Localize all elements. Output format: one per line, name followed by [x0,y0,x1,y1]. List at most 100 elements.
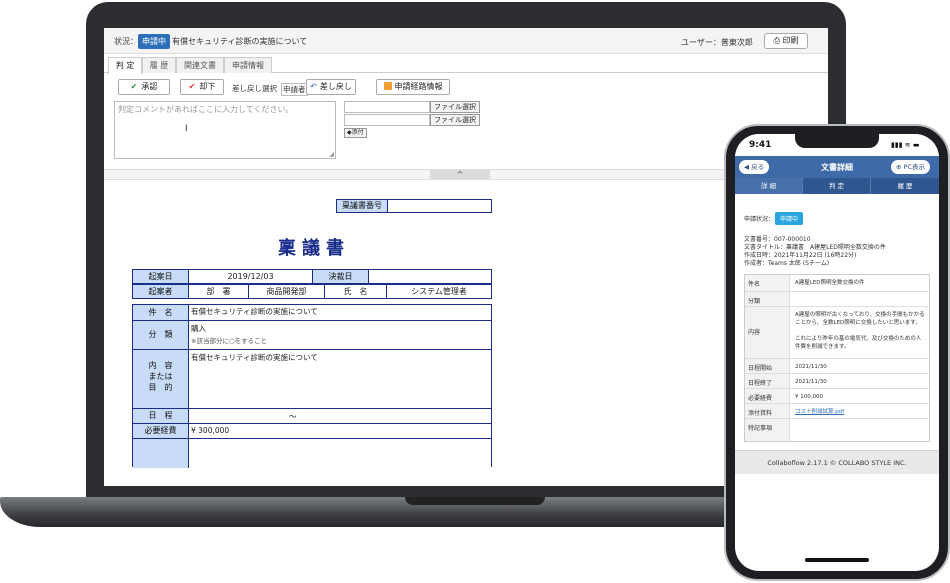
sendback-button[interactable]: ↶ 差し戻し [306,79,356,95]
row-value: A建屋LED照明全数交換の件 [795,280,865,286]
clock: 9:41 [749,140,772,150]
sendback-icon: ↶ [310,82,317,91]
resize-handle-icon[interactable]: ◢ [329,151,334,158]
back-button[interactable]: ◀ 戻る [739,160,770,174]
subject-label: 件 名 [133,305,189,320]
phone-screen: 9:41 ▮▮▮ ≋ ▬ ◀ 戻る 文書詳細 ⊕ PC表示 詳 細 判 定 履 … [735,134,939,571]
row-label: 内容 [745,307,790,358]
route-icon [383,82,392,90]
comment-placeholder: 判定コメントがあればここに入力してください。 [118,105,294,114]
check-icon: ✔ [188,82,196,91]
tab-bar: 判 定 履 歴 関連文書 申請情報 [104,56,828,74]
collapse-button[interactable]: ^ [430,170,490,180]
tab-request-info[interactable]: 申請情報 [224,57,272,73]
attachment-link[interactable]: コスト削減試算.pdf [793,404,927,420]
department-label: 部 署 [189,285,249,298]
cost-label: 必要経費 [133,424,189,438]
table-row: 件名 A建屋LED照明全数交換の件 [745,275,929,292]
sendback-label: 差し戻し [319,82,352,91]
phone-detail-table: 件名 A建屋LED照明全数交換の件 分類 内容 A建屋の照明が古くなっており、交… [744,274,930,442]
print-button[interactable]: ⎙ 印刷 [764,33,808,49]
row-label: 添付資料 [745,404,790,418]
signal-icon: ▮▮▮ ≋ ▬ [891,141,920,149]
department-value: 商品開発部 [249,285,325,298]
tab-history[interactable]: 履 歴 [871,178,939,194]
tab-history[interactable]: 履 歴 [142,57,176,73]
status-badge: 申請中 [138,34,170,49]
user-label: ユーザー：普東次郎 [681,38,753,47]
phone-tab-bar: 詳 細 判 定 履 歴 [735,178,939,194]
row-label: 必要経費 [745,389,790,403]
category-note: ※該当部分に○をすること [191,337,268,345]
form-number-value [388,199,492,213]
reject-button[interactable]: ✔ 却下 [180,79,224,95]
tab-related-docs[interactable]: 関連文書 [176,57,224,73]
row-label: 件名 [745,275,790,291]
status-badge: 申請中 [775,212,804,225]
home-indicator[interactable] [805,558,869,562]
tab-judgement[interactable]: 判 定 [803,178,871,194]
schedule-label: 日 程 [133,409,189,423]
name-value: システム管理者 [411,287,467,296]
add-attachment-button[interactable]: ◆添付 [344,128,367,138]
print-label: 印刷 [782,36,799,45]
extra-label [133,439,189,468]
pc-view-button[interactable]: ⊕ PC表示 [891,160,930,174]
approve-label: 承認 [141,82,158,91]
file-select-button-1[interactable]: ファイル選択 [430,101,480,113]
back-arrow-icon: ◀ [744,163,749,171]
laptop-screen: 状況： 申請中 有償セキュリティ診断の実施について ユーザー：普東次郎 ⎙ 印刷… [104,28,828,486]
form-title: 稟議書 [278,238,350,259]
schedule-value: ～ [289,412,297,421]
row-value: ¥ 100,000 [795,394,823,400]
form-number-label: 稟議書番号 [336,199,388,213]
decision-date-label: 決裁日 [313,270,369,283]
draft-date-label: 起案日 [133,270,189,283]
printer-icon: ⎙ [773,36,780,45]
route-info-label: 申請経路情報 [394,82,443,91]
phone-footer: Collaboflow 2.17.1 © COLLABO STYLE INC. [735,450,939,474]
route-info-button[interactable]: 申請経路情報 [376,79,450,95]
sendback-select-label: 差し戻し選択 [232,84,277,93]
back-label: 戻る [751,163,765,171]
content-label: 内 容 または 目 的 [133,350,189,408]
document-title: 有償セキュリティ診断の実施について [172,37,308,46]
row-value: 2021/11/30 [795,364,827,370]
name-label: 氏 名 [325,285,387,298]
table-row: 日程終了 2021/11/30 [745,374,929,389]
pc-view-label: PC表示 [903,163,925,171]
content-value: 有償セキュリティ診断の実施について [191,353,318,362]
file-select-button-2[interactable]: ファイル選択 [430,114,480,126]
laptop-notch [405,497,545,505]
phone-title: 文書詳細 [821,163,853,172]
table-row: 添付資料 コスト削減試算.pdf [745,404,929,419]
drafter-label: 起案者 [133,285,189,298]
cost-value: ¥ 300,000 [191,426,230,435]
reject-label: 却下 [199,82,216,91]
phone-header: ◀ 戻る 文書詳細 ⊕ PC表示 [735,156,939,178]
check-icon: ✔ [130,82,138,91]
row-value: A建屋の照明が古くなっており、交換の手間もかかることから、全数LED照明に交換し… [795,312,925,350]
row-value [793,419,927,427]
text-cursor-icon: I [185,124,188,134]
status-label: 申請状況： [744,216,775,223]
row-value [793,292,927,300]
comment-textarea[interactable]: 判定コメントがあればここに入力してください。 I ◢ [114,101,336,159]
collapse-bar: ^ [104,169,828,180]
applicant-select[interactable]: 申請者 [281,83,308,96]
draft-date-value: 2019/12/03 [189,270,313,283]
table-row: 分類 [745,292,929,307]
row-value: 2021/11/30 [795,379,827,385]
file-input-1[interactable] [344,101,430,113]
phone-body: 申請状況： 申請中 文書番号：007-000010 文書タイトル：稟議書 A建屋… [735,194,939,454]
table-row: 内容 A建屋の照明が古くなっており、交換の手間もかかることから、全数LED照明に… [745,307,929,359]
file-input-2[interactable] [344,114,430,126]
approve-button[interactable]: ✔ 承認 [118,79,170,95]
tab-detail[interactable]: 詳 細 [735,178,803,194]
form-drafter-row: 起案者 部 署 商品開発部 氏 名 システム管理者 [132,284,492,299]
tab-judgement[interactable]: 判 定 [108,57,142,74]
phone-notch [795,134,879,148]
status-bar: 状況： 申請中 有償セキュリティ診断の実施について ユーザー：普東次郎 ⎙ 印刷 [104,28,828,54]
row-label: 分類 [745,292,790,306]
category-label: 分 類 [133,321,189,349]
